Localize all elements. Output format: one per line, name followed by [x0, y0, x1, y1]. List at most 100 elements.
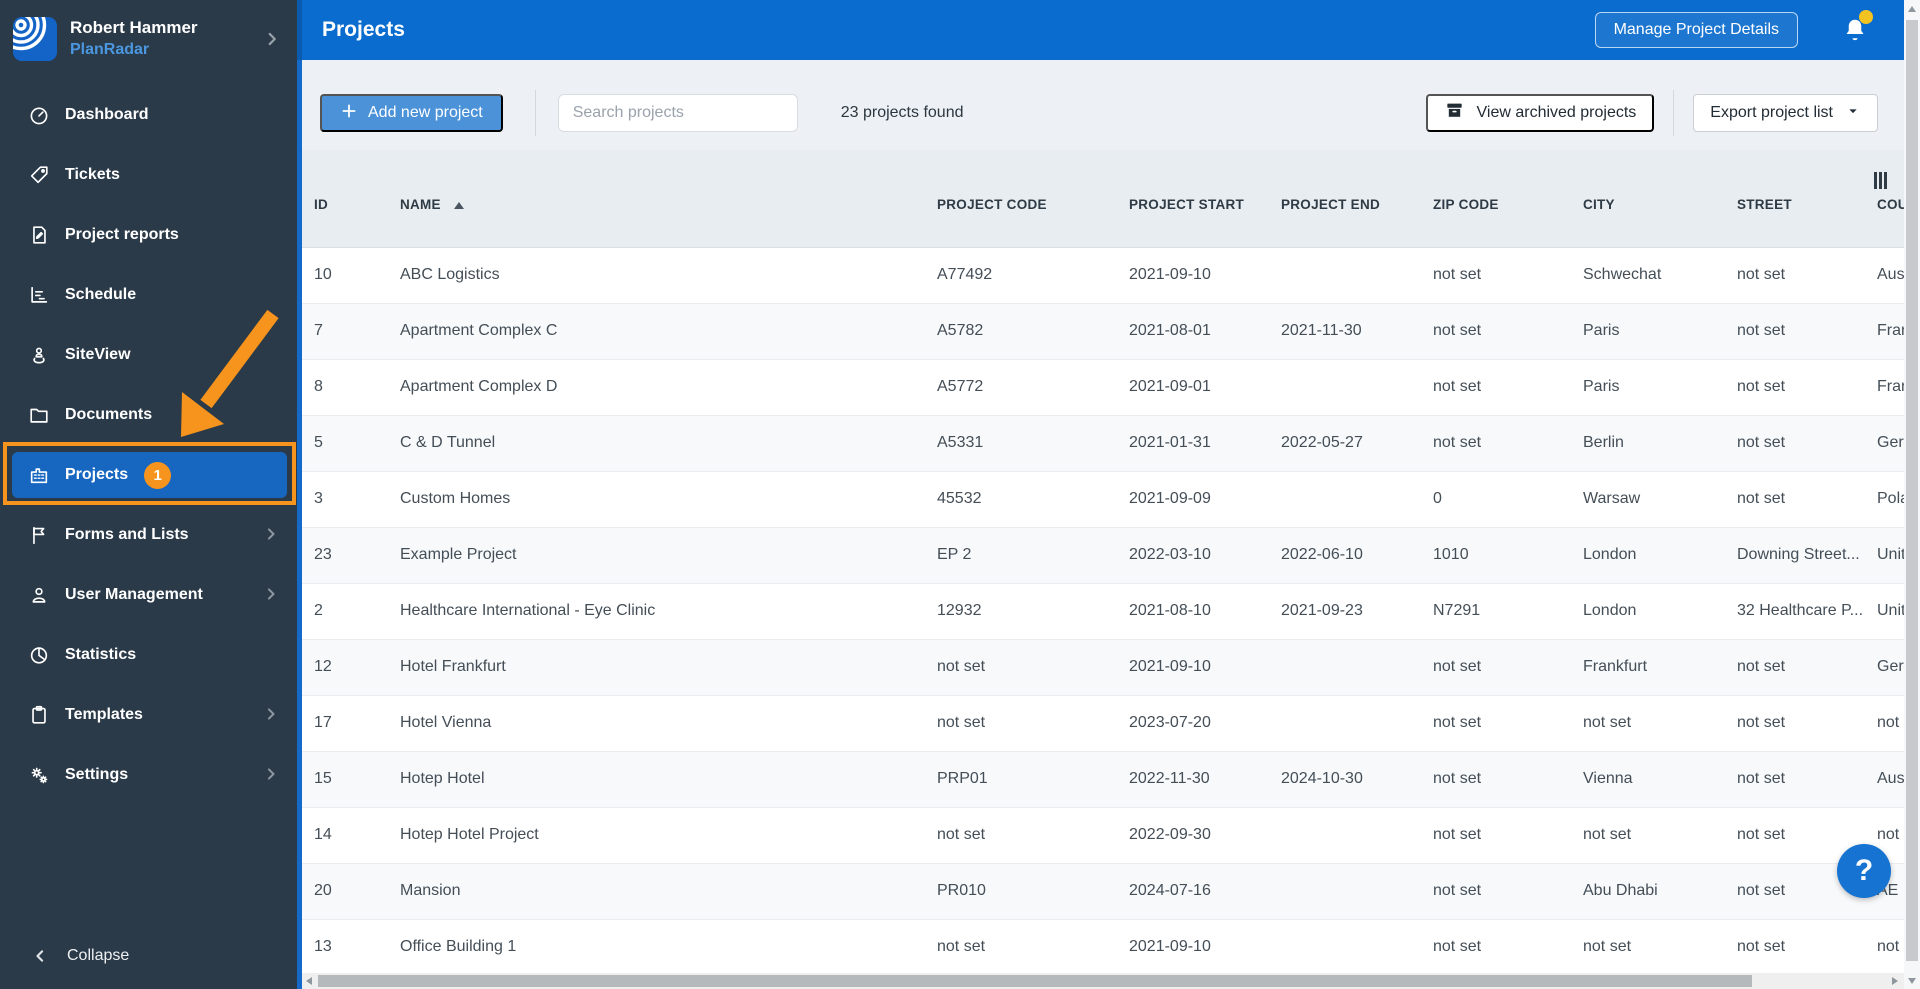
user-name: Robert Hammer: [70, 18, 198, 37]
table-row[interactable]: 7 Apartment Complex C A5782 2021-08-01 2021-…: [302, 304, 1904, 360]
table-row[interactable]: 14 Hotep Hotel Project not set 2022-09-30 no…: [302, 808, 1904, 864]
table-row[interactable]: 10 ABC Logistics A77492 2021-09-10 not set Sc…: [302, 248, 1904, 304]
cell-street: not set: [1737, 434, 1786, 451]
horizontal-scrollbar[interactable]: [302, 973, 1904, 989]
sidebar-item-label: Project reports: [65, 226, 179, 243]
cell-start: 2024-07-16: [1129, 882, 1211, 899]
flag-icon: [28, 524, 50, 546]
notifications-bell-button[interactable]: [1840, 10, 1873, 45]
column-header-id[interactable]: ID: [314, 197, 394, 212]
table-row[interactable]: 5 C & D Tunnel A5331 2021-01-31 2022-05-27 no…: [302, 416, 1904, 472]
cell-city: not set: [1583, 714, 1632, 731]
cell-code: PRP01: [937, 770, 988, 787]
sidebar-item-documents[interactable]: Documents: [0, 385, 297, 445]
column-header-city[interactable]: CITY: [1583, 197, 1730, 212]
table-row[interactable]: 3 Custom Homes 45532 2021-09-09 0 Warsaw not s…: [302, 472, 1904, 528]
folder-icon: [28, 404, 50, 426]
cell-country: Germany: [1877, 658, 1904, 675]
sidebar-item-label: Documents: [65, 406, 153, 423]
bell-icon: [1840, 19, 1870, 49]
table-row[interactable]: 23 Example Project EP 2 2022-03-10 2022-06-1…: [302, 528, 1904, 584]
cell-id: 8: [314, 378, 323, 395]
cell-country: Austria: [1877, 770, 1904, 787]
vertical-scrollbar[interactable]: [1904, 0, 1920, 989]
cell-zip: not set: [1433, 378, 1482, 395]
sidebar-item-templates[interactable]: Templates: [0, 685, 297, 745]
divider: [534, 90, 536, 136]
vertical-scrollbar-thumb[interactable]: [1906, 20, 1918, 961]
sidebar-item-settings[interactable]: Settings: [0, 745, 297, 805]
table-row[interactable]: 2 Healthcare International - Eye Clinic 12…: [302, 584, 1904, 640]
cell-zip: not set: [1433, 882, 1482, 899]
help-button[interactable]: ?: [1837, 844, 1891, 898]
cell-street: not set: [1737, 770, 1786, 787]
sidebar-collapse-button[interactable]: Collapse: [0, 933, 297, 979]
scroll-left-arrow[interactable]: [306, 977, 312, 985]
sidebar-item-label: Templates: [65, 706, 143, 723]
export-project-list-button[interactable]: Export project list: [1693, 94, 1878, 132]
search-input[interactable]: [557, 94, 798, 132]
view-archived-projects-button[interactable]: View archived projects: [1425, 94, 1655, 132]
sidebar-item-forms-and-lists[interactable]: Forms and Lists: [0, 505, 297, 565]
column-header-name[interactable]: NAME: [400, 197, 930, 212]
cell-id: 15: [314, 770, 332, 787]
sidebar-item-dashboard[interactable]: Dashboard: [0, 85, 297, 145]
sidebar-item-tickets[interactable]: Tickets: [0, 145, 297, 205]
gears-icon: [28, 764, 50, 786]
column-header-end[interactable]: PROJECT END: [1281, 197, 1426, 212]
sidebar-item-user-management[interactable]: User Management: [0, 565, 297, 625]
column-settings-icon[interactable]: [1874, 172, 1888, 189]
column-header-street[interactable]: STREET: [1737, 197, 1870, 212]
cell-start: 2022-03-10: [1129, 546, 1211, 563]
cell-code: A5782: [937, 322, 984, 339]
column-header-country[interactable]: COUNTRY: [1877, 197, 1904, 212]
projects-count: 23 projects found: [840, 104, 964, 121]
cell-country: not set: [1877, 826, 1904, 843]
cell-city: London: [1583, 546, 1637, 563]
cell-country: not set: [1877, 714, 1904, 731]
table-row[interactable]: 20 Mansion PR010 2024-07-16 not set Abu Dhabi…: [302, 864, 1904, 920]
table-row[interactable]: 17 Hotel Vienna not set 2023-07-20 not set no…: [302, 696, 1904, 752]
cell-id: 5: [314, 434, 323, 451]
horizontal-scrollbar-thumb[interactable]: [318, 975, 1752, 987]
manage-project-details-button[interactable]: Manage Project Details: [1594, 12, 1798, 48]
table-row[interactable]: 8 Apartment Complex D A5772 2021-09-01 not s…: [302, 360, 1904, 416]
cell-code: A5772: [937, 378, 984, 395]
chevron-left-icon: [30, 946, 50, 966]
column-header-zip[interactable]: ZIP CODE: [1433, 197, 1576, 212]
cell-city: Schwechat: [1583, 266, 1662, 283]
cell-zip: 0: [1433, 490, 1442, 507]
add-new-project-button[interactable]: Add new project: [320, 94, 503, 132]
table-row[interactable]: 13 Office Building 1 not set 2021-09-10 not …: [302, 920, 1904, 973]
sidebar-item-label: Statistics: [65, 646, 137, 663]
cell-code: not set: [937, 938, 986, 955]
cell-name: C & D Tunnel: [400, 434, 496, 451]
scroll-right-arrow[interactable]: [1892, 977, 1898, 985]
column-header-code[interactable]: PROJECT CODE: [937, 197, 1122, 212]
sidebar-item-project-reports[interactable]: Project reports: [0, 205, 297, 265]
user-profile[interactable]: Robert Hammer PlanRadar: [0, 0, 297, 80]
cell-zip: not set: [1433, 770, 1482, 787]
sidebar-item-label: SiteView: [65, 346, 131, 363]
sidebar-item-projects[interactable]: Projects 1: [0, 445, 297, 505]
cell-start: 2021-08-01: [1129, 322, 1211, 339]
sidebar-item-statistics[interactable]: Statistics: [0, 625, 297, 685]
scroll-down-arrow[interactable]: [1908, 978, 1916, 984]
table-row[interactable]: 15 Hotep Hotel PRP01 2022-11-30 2024-10-30 no…: [302, 752, 1904, 808]
plus-icon: [340, 102, 358, 125]
cell-zip: not set: [1433, 266, 1482, 283]
cell-street: not set: [1737, 490, 1786, 507]
user-org: PlanRadar: [70, 41, 150, 58]
sidebar-item-schedule[interactable]: Schedule: [0, 265, 297, 325]
cell-name: Hotel Frankfurt: [400, 658, 506, 675]
cell-id: 12: [314, 658, 332, 675]
sidebar-item-siteview[interactable]: SiteView: [0, 325, 297, 385]
cell-city: Vienna: [1583, 770, 1633, 787]
table-row[interactable]: 12 Hotel Frankfurt not set 2021-09-10 not se…: [302, 640, 1904, 696]
cell-start: 2021-09-01: [1129, 378, 1211, 395]
cell-start: 2021-08-10: [1129, 602, 1211, 619]
column-header-start[interactable]: PROJECT START: [1129, 197, 1274, 212]
scroll-up-arrow[interactable]: [1908, 6, 1916, 12]
cell-name: Apartment Complex C: [400, 322, 558, 339]
building-icon: [28, 464, 50, 486]
